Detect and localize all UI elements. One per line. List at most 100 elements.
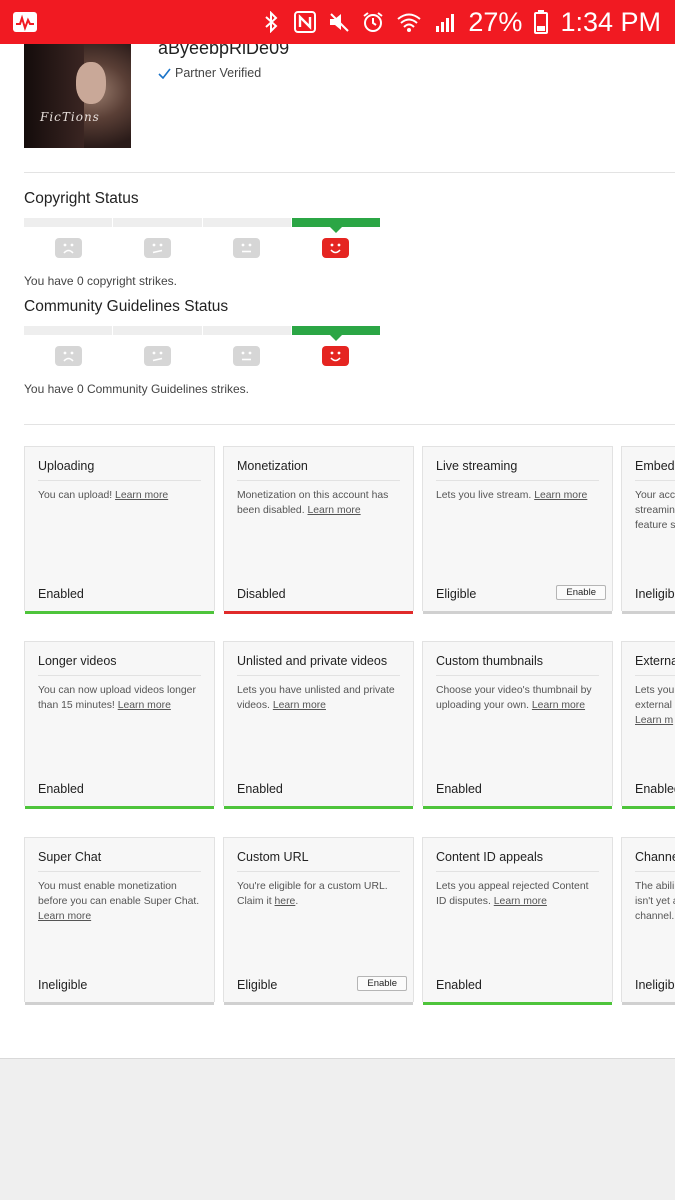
card-state: Disabled (237, 587, 286, 601)
card-description: Lets you appeal rejected Content ID disp… (436, 881, 589, 907)
copyright-strikes-text: You have 0 copyright strikes. (24, 274, 177, 288)
card-description: Monetization on this account has been di… (237, 490, 389, 516)
card-title: Content ID appeals (436, 850, 544, 864)
status-bar-line (224, 806, 413, 809)
learn-more-link[interactable]: Learn more (273, 700, 326, 711)
status-bar-line (423, 1002, 612, 1005)
card-title: Super Chat (38, 850, 102, 864)
status-bar-line (25, 806, 214, 809)
copyright-face-row (24, 238, 380, 258)
feature-card-live-streaming: Live streaming Lets you live stream. Lea… (422, 446, 613, 614)
battery-percent: 27% (468, 7, 523, 37)
bluetooth-icon (265, 11, 278, 33)
learn-more-link[interactable]: Learn more (534, 490, 587, 501)
neutral-face-icon (233, 238, 260, 258)
claim-here-link[interactable]: here (275, 896, 296, 907)
activity-app-icon (13, 12, 37, 32)
card-description: You must enable monetization before you … (38, 881, 200, 922)
alarm-icon (363, 12, 383, 32)
card-state: Ineligible (38, 978, 88, 992)
card-title: Live streaming (436, 459, 518, 473)
enable-button[interactable]: Enable (556, 585, 606, 600)
card-title: Uploading (38, 459, 95, 473)
card-state: Enabled (237, 782, 283, 796)
sad-face-icon (55, 346, 82, 366)
status-bar: 27% 1:34 PM (0, 0, 675, 44)
status-bar-line (224, 1002, 413, 1005)
copyright-status-title: Copyright Status (24, 190, 139, 207)
status-bar-line (622, 806, 675, 809)
card-title: Embed (635, 459, 675, 473)
copyright-strike-meter (24, 218, 380, 233)
card-title: Channe (635, 850, 675, 864)
card-description: Choose your video's thumbnail by uploadi… (436, 685, 592, 711)
card-state: Enabled (436, 978, 482, 992)
community-face-row (24, 346, 380, 366)
unsure-face-icon (144, 238, 171, 258)
feature-card-custom-thumbnails: Custom thumbnails Choose your video's th… (422, 641, 613, 809)
learn-more-link[interactable]: Learn more (115, 490, 168, 501)
card-description: Your acc streamin feature s (635, 490, 675, 531)
happy-face-icon (322, 238, 349, 258)
feature-card-super-chat: Super Chat You must enable monetization … (24, 837, 215, 1005)
feature-card-channel: Channe The abili isn't yet a channel. In… (621, 837, 675, 1005)
card-state: Enabled (436, 782, 482, 796)
wifi-icon (397, 13, 422, 32)
community-strike-meter (24, 326, 380, 341)
feature-card-external: Externa Lets you external Learn m Enable… (621, 641, 675, 809)
avatar[interactable]: FicTions (24, 44, 131, 148)
verified-label: Partner Verified (175, 66, 262, 80)
status-icons: 27% 1:34 PM (260, 6, 661, 38)
feature-card-content-id-appeals: Content ID appeals Lets you appeal rejec… (422, 837, 613, 1005)
verified-badge: Partner Verified (158, 66, 261, 80)
status-bar-line (25, 611, 214, 614)
card-description: Lets you have unlisted and private video… (237, 685, 395, 711)
learn-more-link[interactable]: Learn more (532, 700, 585, 711)
card-state: Enabled (38, 782, 84, 796)
card-description: Lets you external Learn m (635, 685, 675, 726)
card-state: Enabled (38, 587, 84, 601)
feature-card-longer-videos: Longer videos You can now upload videos … (24, 641, 215, 809)
card-state: Enabled (635, 782, 675, 796)
feature-card-unlisted-private: Unlisted and private videos Lets you hav… (223, 641, 414, 809)
community-strikes-text: You have 0 Community Guidelines strikes. (24, 382, 249, 396)
card-title: Externa (635, 654, 675, 668)
sad-face-icon (55, 238, 82, 258)
status-bar-line (622, 611, 675, 614)
card-state: Eligible (237, 978, 278, 992)
checkmark-icon (158, 68, 171, 79)
card-title: Unlisted and private videos (237, 654, 388, 668)
card-state: Ineligib (635, 587, 675, 601)
card-title: Longer videos (38, 654, 117, 668)
card-title: Monetization (237, 459, 308, 473)
card-description: You can upload! Learn more (38, 490, 169, 501)
unsure-face-icon (144, 346, 171, 366)
clock: 1:34 PM (560, 7, 661, 37)
happy-face-icon (322, 346, 349, 366)
learn-more-link[interactable]: Learn more (118, 700, 171, 711)
card-description: Lets you live stream. Learn more (436, 490, 588, 501)
nfc-icon (294, 11, 317, 33)
divider (24, 424, 675, 425)
card-state: Eligible (436, 587, 477, 601)
status-bar-line (622, 1002, 675, 1005)
learn-more-link[interactable]: Learn more (308, 505, 361, 516)
status-bar-line (224, 611, 413, 614)
learn-more-link[interactable]: Learn m (635, 715, 673, 726)
mute-icon (330, 13, 350, 32)
enable-button[interactable]: Enable (357, 976, 407, 991)
battery-icon (534, 10, 549, 34)
card-description: You're eligible for a custom URL. Claim … (237, 881, 388, 907)
feature-card-uploading: Uploading You can upload! Learn more Ena… (24, 446, 215, 614)
card-title: Custom URL (237, 850, 309, 864)
community-status-title: Community Guidelines Status (24, 298, 229, 315)
learn-more-link[interactable]: Learn more (494, 896, 547, 907)
status-bar-line (423, 806, 612, 809)
status-bar-line (25, 1002, 214, 1005)
feature-card-custom-url: Custom URL You're eligible for a custom … (223, 837, 414, 1005)
feature-card-monetization: Monetization Monetization on this accoun… (223, 446, 414, 614)
divider (24, 172, 675, 173)
avatar-signature: FicTions (40, 110, 100, 124)
learn-more-link[interactable]: Learn more (38, 911, 91, 922)
card-description: The abili isn't yet a channel. (635, 881, 675, 922)
